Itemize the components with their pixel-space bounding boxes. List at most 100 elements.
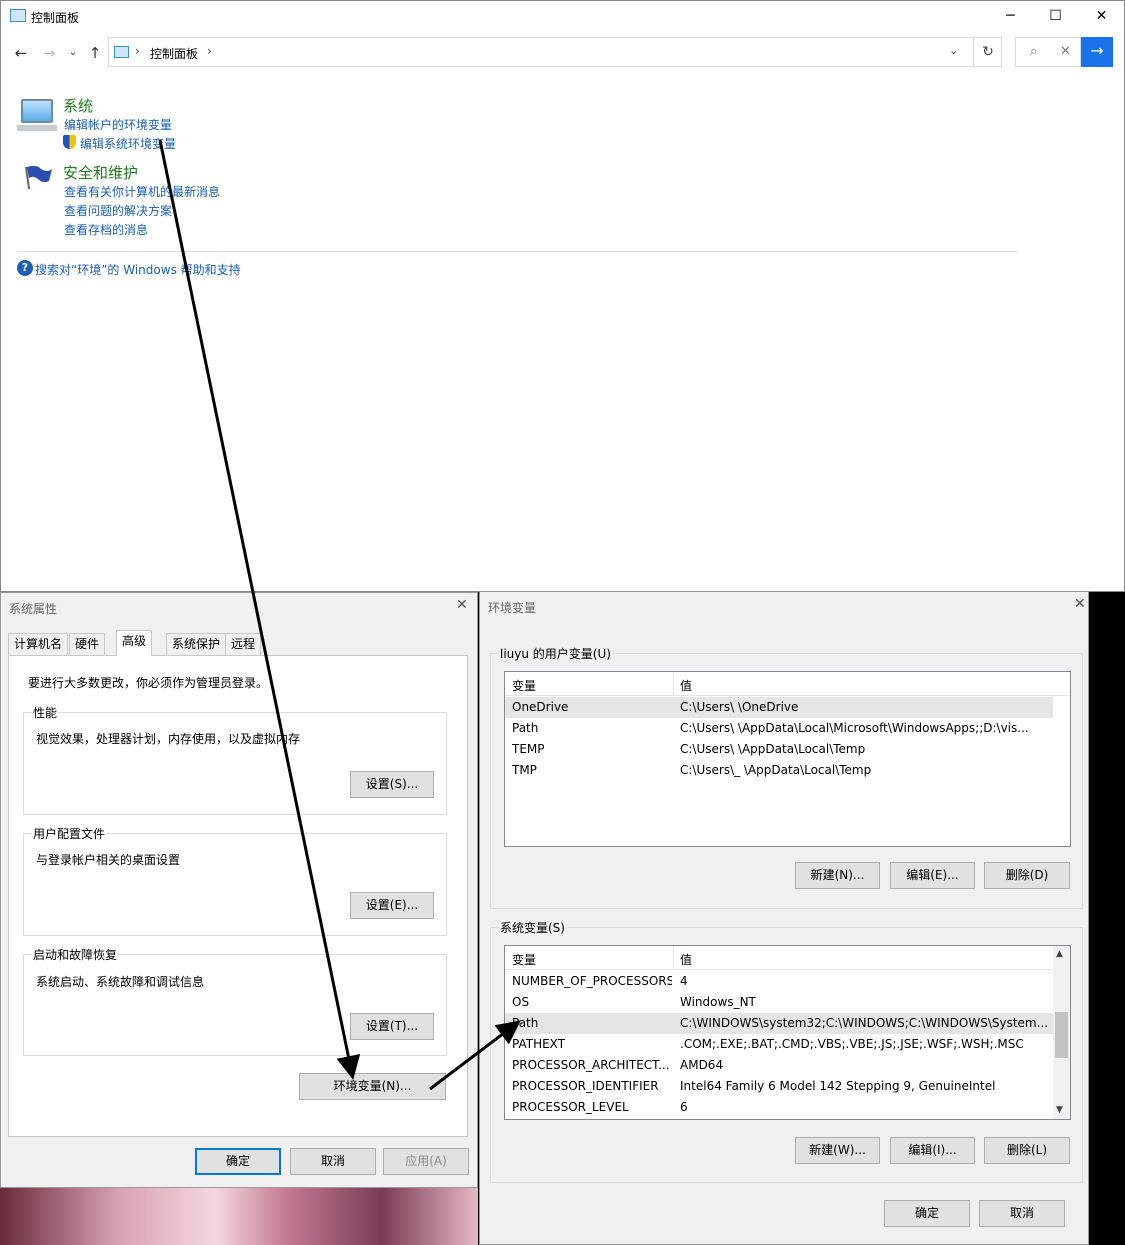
ok-button[interactable]: 确定: [195, 1148, 281, 1175]
column-divider[interactable]: [673, 672, 674, 696]
user-variables-label: liuyu 的用户变量(U): [499, 645, 612, 662]
scrollbar-thumb[interactable]: [1055, 1012, 1068, 1058]
search-input[interactable]: ⌕ ✕: [1015, 37, 1081, 67]
var-value: C:\Users\ \AppData\Local\Temp: [680, 742, 866, 756]
search-icon: ⌕: [1030, 44, 1038, 59]
link-edit-account-env-vars[interactable]: 编辑帐户的环境变量: [64, 116, 172, 133]
group-description: 视觉效果，处理器计划，内存使用，以及虚拟内存: [36, 732, 301, 746]
help-question-icon: ?: [17, 260, 33, 276]
var-value: C:\WINDOWS\system32;C:\WINDOWS;C:\WINDOW…: [680, 1016, 1049, 1030]
system-edit-button[interactable]: 编辑(I)...: [890, 1137, 975, 1164]
var-name: PROCESSOR_LEVEL: [512, 1100, 629, 1114]
var-value: 4: [680, 974, 688, 988]
environment-variables-button[interactable]: 环境变量(N)...: [299, 1073, 446, 1100]
address-dropdown-chevron-icon[interactable]: ⌄: [949, 44, 958, 57]
column-header-variable[interactable]: 变量: [512, 951, 536, 968]
close-button[interactable]: ✕: [1079, 5, 1124, 27]
env-cancel-button[interactable]: 取消: [979, 1200, 1065, 1227]
performance-settings-button[interactable]: 设置(S)...: [350, 771, 434, 798]
table-row[interactable]: PROCESSOR_IDENTIFIER Intel64 Family 6 Mo…: [505, 1076, 1053, 1097]
forward-arrow-icon[interactable]: →: [37, 41, 61, 65]
title-bar: 控制面板 ─ ☐ ✕: [1, 1, 1124, 31]
apply-button[interactable]: 应用(A): [383, 1148, 469, 1175]
list-header: 变量 值: [505, 946, 1054, 970]
address-bar[interactable]: › 控制面板 › ⌄: [108, 37, 974, 67]
tab-computer-name[interactable]: 计算机名: [8, 633, 69, 655]
column-divider[interactable]: [673, 946, 674, 970]
tab-hardware[interactable]: 硬件: [69, 633, 106, 655]
user-new-button[interactable]: 新建(N)...: [795, 862, 880, 889]
dialog-close-icon[interactable]: ✕: [456, 597, 468, 613]
user-delete-button[interactable]: 删除(D): [984, 862, 1070, 889]
refresh-button[interactable]: ↻: [975, 37, 1002, 67]
table-row[interactable]: TEMP C:\Users\ \AppData\Local\Temp: [505, 739, 1053, 760]
category-title-system[interactable]: 系统: [63, 95, 93, 116]
link-latest-messages[interactable]: 查看有关你计算机的最新消息: [64, 183, 220, 200]
help-support-link[interactable]: 搜索对“环境”的 Windows 帮助和支持: [35, 261, 241, 278]
cancel-button[interactable]: 取消: [290, 1148, 376, 1175]
category-title-security[interactable]: 安全和维护: [63, 162, 138, 183]
user-profiles-group: 用户配置文件 与登录帐户相关的桌面设置: [23, 825, 447, 936]
group-label: 性能: [32, 704, 59, 721]
divider: [17, 251, 1017, 252]
var-name: Path: [512, 721, 539, 735]
control-panel-icon: [10, 9, 26, 22]
var-value: AMD64: [680, 1058, 724, 1072]
user-variables-list[interactable]: 变量 值 OneDrive C:\Users\ \OneDrive Path C…: [504, 671, 1071, 847]
maximize-button[interactable]: ☐: [1033, 5, 1078, 27]
up-arrow-icon[interactable]: ↑: [83, 41, 107, 65]
table-row[interactable]: PROCESSOR_LEVEL 6: [505, 1097, 1053, 1118]
user-edit-button[interactable]: 编辑(E)...: [890, 862, 975, 889]
link-edit-system-env-vars[interactable]: 编辑系统环境变量: [80, 135, 176, 152]
admin-note: 要进行大多数更改，你必须作为管理员登录。: [28, 676, 269, 690]
breadcrumb-chevron-icon[interactable]: ›: [135, 44, 140, 58]
startup-settings-button[interactable]: 设置(T)...: [350, 1013, 434, 1040]
link-archived-messages[interactable]: 查看存档的消息: [64, 221, 148, 238]
system-variables-list[interactable]: 变量 值 NUMBER_OF_PROCESSORS 4 OS Windows_N…: [504, 945, 1071, 1120]
var-value: C:\Users\_ \AppData\Local\Temp: [680, 763, 872, 777]
table-row[interactable]: OneDrive C:\Users\ \OneDrive: [505, 697, 1053, 718]
group-description: 与登录帐户相关的桌面设置: [36, 853, 181, 867]
var-value: Intel64 Family 6 Model 142 Stepping 9, G…: [680, 1079, 996, 1093]
tab-system-protection[interactable]: 系统保护: [166, 633, 227, 655]
tab-remote[interactable]: 远程: [225, 633, 262, 655]
breadcrumb-chevron-icon[interactable]: ›: [207, 44, 212, 58]
system-new-button[interactable]: 新建(W)...: [795, 1137, 880, 1164]
system-computer-icon: [17, 99, 57, 131]
table-row[interactable]: Path C:\WINDOWS\system32;C:\WINDOWS;C:\W…: [505, 1013, 1053, 1034]
clear-search-close-icon[interactable]: ✕: [1060, 44, 1071, 59]
window-title: 控制面板: [31, 11, 80, 25]
env-ok-button[interactable]: 确定: [884, 1200, 970, 1227]
dialog-title: 系统属性: [9, 602, 58, 616]
uac-shield-icon: [63, 135, 76, 149]
table-row[interactable]: Path C:\Users\ \AppData\Local\Microsoft\…: [505, 718, 1053, 739]
system-delete-button[interactable]: 删除(L): [984, 1137, 1070, 1164]
profile-settings-button[interactable]: 设置(E)...: [350, 892, 434, 919]
var-name: PROCESSOR_IDENTIFIER: [512, 1079, 659, 1093]
table-row[interactable]: NUMBER_OF_PROCESSORS 4: [505, 971, 1053, 992]
table-row[interactable]: OS Windows_NT: [505, 992, 1053, 1013]
tab-advanced[interactable]: 高级: [116, 630, 153, 656]
link-problem-solutions[interactable]: 查看问题的解决方案: [64, 202, 172, 219]
var-name: Path: [512, 1016, 539, 1030]
address-control-panel-icon: [114, 46, 129, 58]
control-panel-window: 控制面板 ─ ☐ ✕ ← → ⌄ ↑ › 控制面板 › ⌄ ↻ ⌕ ✕ → 系统…: [0, 0, 1125, 592]
table-row[interactable]: PATHEXT .COM;.EXE;.BAT;.CMD;.VBS;.VBE;.J…: [505, 1034, 1053, 1055]
scroll-up-chevron-icon[interactable]: ▲: [1056, 949, 1063, 959]
column-header-value[interactable]: 值: [680, 677, 692, 694]
recent-chevron-down-icon[interactable]: ⌄: [61, 41, 85, 65]
scroll-down-chevron-icon[interactable]: ▼: [1056, 1105, 1063, 1115]
minimize-button[interactable]: ─: [988, 5, 1033, 27]
column-header-variable[interactable]: 变量: [512, 677, 536, 694]
table-row[interactable]: PROCESSOR_ARCHITECT... AMD64: [505, 1055, 1053, 1076]
back-arrow-icon[interactable]: ←: [9, 41, 33, 65]
column-header-value[interactable]: 值: [680, 951, 692, 968]
var-name: PROCESSOR_ARCHITECT...: [512, 1058, 670, 1072]
dialog-title: 环境变量: [488, 601, 537, 615]
search-go-button[interactable]: →: [1081, 37, 1113, 67]
vertical-scrollbar[interactable]: ▲ ▼: [1053, 946, 1070, 1119]
table-row[interactable]: TMP C:\Users\_ \AppData\Local\Temp: [505, 760, 1053, 781]
var-value: C:\Users\ \AppData\Local\Microsoft\Windo…: [680, 721, 1029, 735]
dialog-close-icon[interactable]: ✕: [1074, 596, 1086, 612]
breadcrumb[interactable]: 控制面板: [150, 45, 198, 62]
